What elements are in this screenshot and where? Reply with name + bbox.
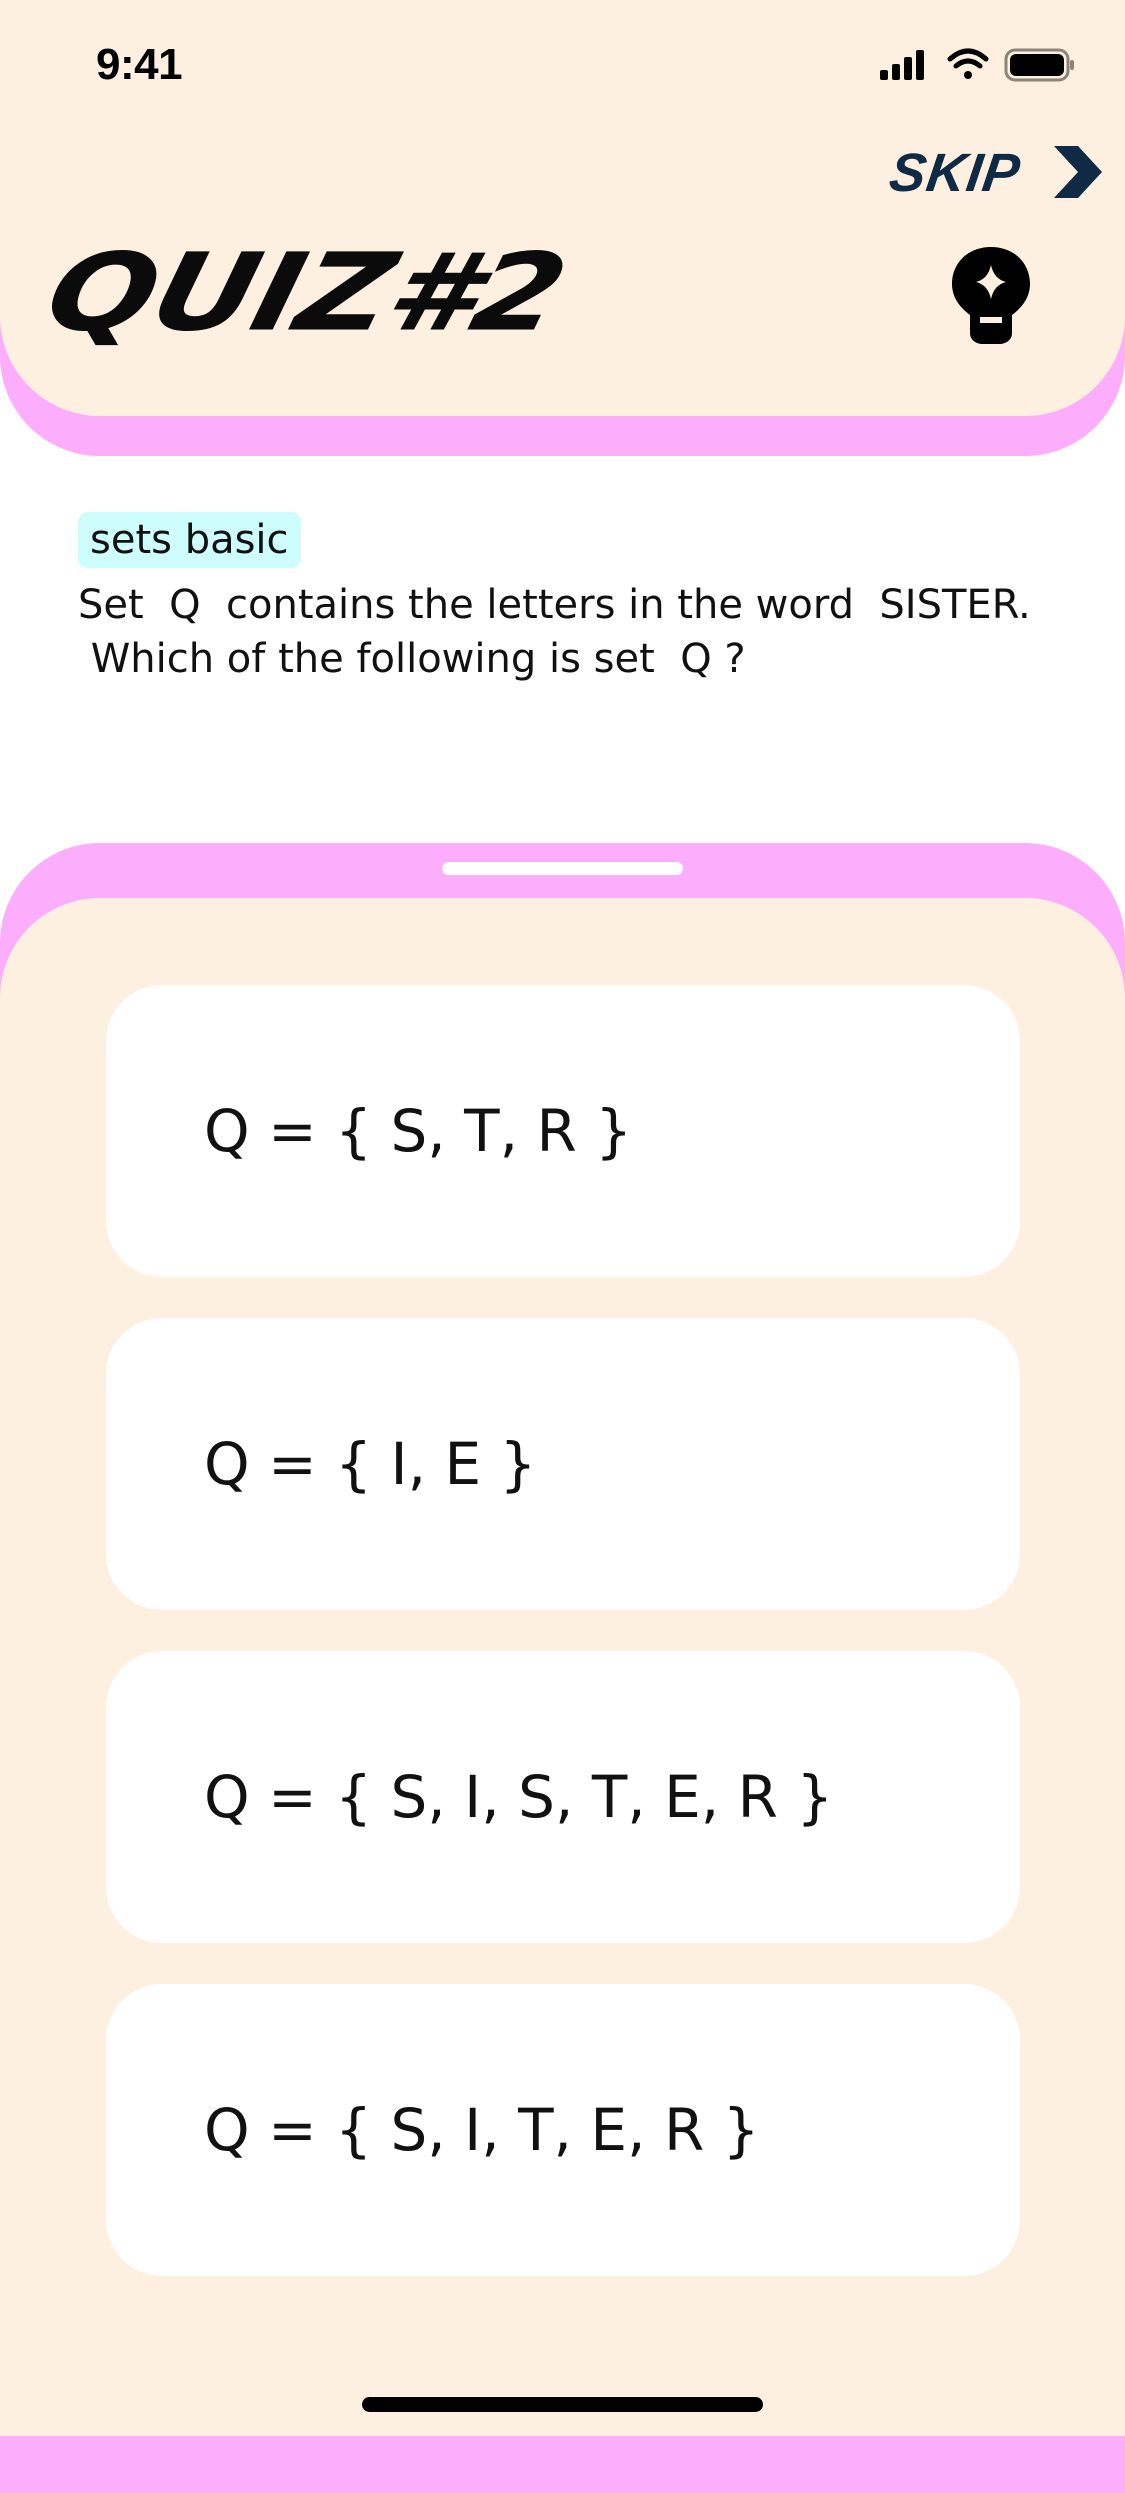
answer-option-1[interactable]: Q = { S, T, R } [106, 985, 1020, 1277]
page-title: QUIZ#2 [34, 230, 577, 356]
skip-label: SKIP [885, 143, 1025, 203]
status-icons [880, 48, 1074, 82]
home-indicator[interactable] [362, 2397, 763, 2412]
battery-icon [1004, 48, 1074, 82]
question-text: Set Q contains the letters in the word S… [78, 582, 1031, 682]
answer-option-3[interactable]: Q = { S, I, S, T, E, R } [106, 1651, 1020, 1943]
answer-option-label: Q = { I, E } [204, 1430, 537, 1498]
answer-option-2[interactable]: Q = { I, E } [106, 1318, 1020, 1610]
sheet-drag-handle[interactable] [442, 862, 683, 875]
status-time: 9:41 [96, 40, 183, 89]
topic-tag: sets basic [78, 512, 301, 568]
answer-option-4[interactable]: Q = { S, I, T, E, R } [106, 1984, 1020, 2276]
answer-option-label: Q = { S, T, R } [204, 1097, 633, 1165]
skip-button[interactable]: SKIP [886, 140, 1105, 206]
answer-option-label: Q = { S, I, S, T, E, R } [204, 1763, 834, 1831]
cellular-signal-icon [880, 50, 924, 80]
answer-option-label: Q = { S, I, T, E, R } [204, 2096, 760, 2164]
chevron-right-icon [1054, 146, 1102, 198]
lightbulb-sparkle-icon[interactable] [950, 245, 1032, 345]
wifi-icon [947, 48, 989, 79]
